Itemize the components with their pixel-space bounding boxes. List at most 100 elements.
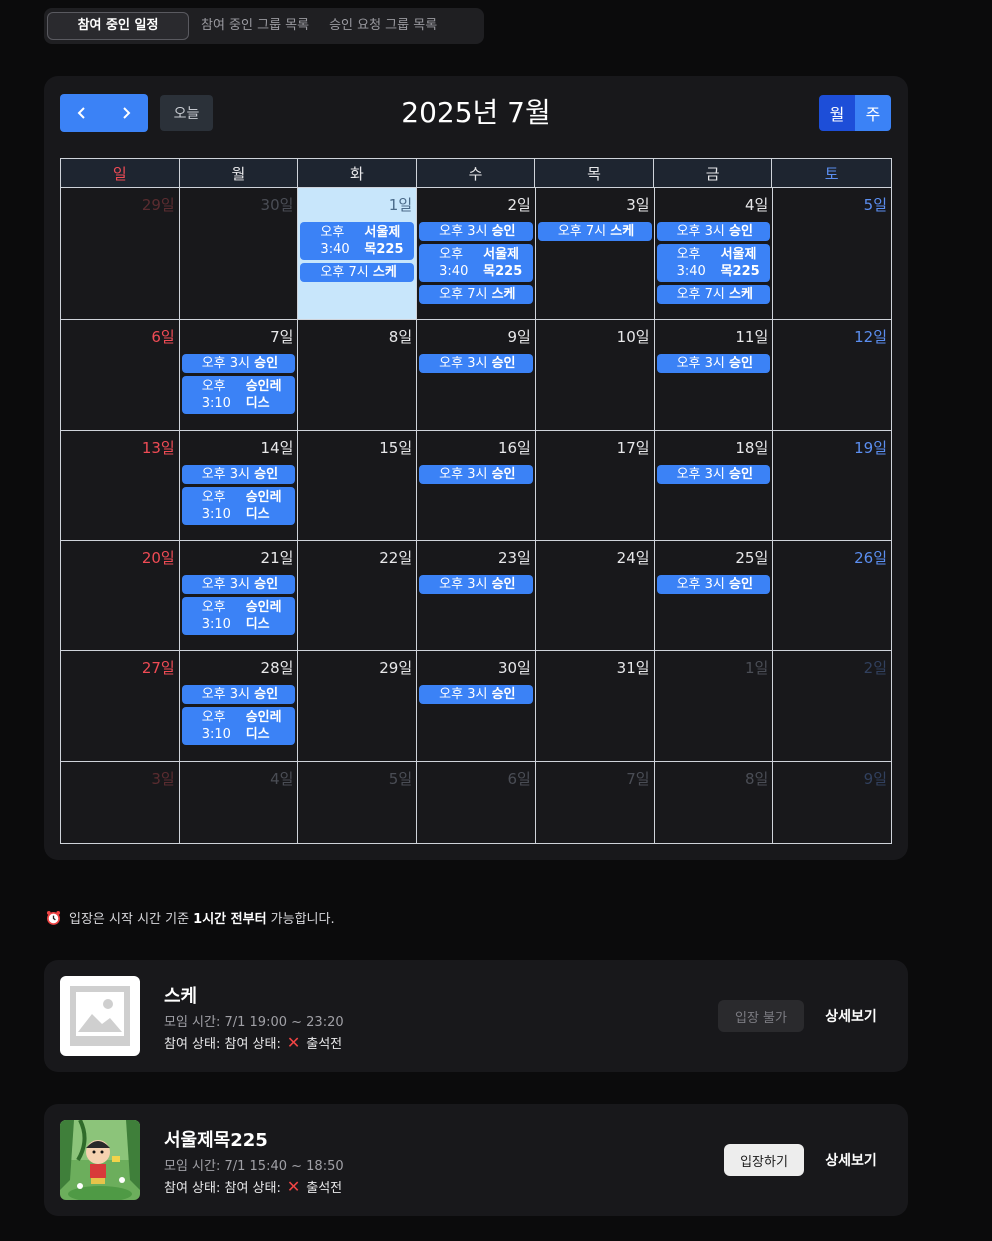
day-cell[interactable]: 20일	[61, 540, 180, 651]
event-time: 오후 3시	[676, 224, 725, 239]
weekday-fri: 금	[654, 159, 773, 188]
day-cell[interactable]: 29일	[61, 187, 180, 320]
day-cell[interactable]: 2일	[773, 650, 892, 762]
event-title: 승인	[729, 577, 753, 592]
day-cell[interactable]: 16일 오후 3시 승인	[417, 430, 536, 541]
day-number: 27일	[141, 659, 175, 677]
day-cell[interactable]: 7일 오후 3시 승인 오후 승인레 3:10 디스	[179, 319, 299, 431]
day-cell[interactable]: 13일	[61, 430, 180, 541]
enter-button[interactable]: 입장하기	[724, 1144, 804, 1176]
day-cell[interactable]: 5일	[773, 187, 892, 320]
calendar-event[interactable]: 오후 3시 승인	[419, 465, 533, 484]
day-cell[interactable]: 8일	[654, 761, 774, 844]
tab-participating-schedule[interactable]: 참여 중인 일정	[47, 12, 189, 40]
calendar-event[interactable]: 오후 서울제 3:40 목225	[419, 244, 533, 282]
calendar-weeks: 29일 30일 1일 오후 서울제 3:40 목225 오후 7시 스케 2일 오후 3시 승인 오…	[60, 187, 892, 844]
day-cell[interactable]: 6일	[61, 319, 180, 431]
enter-button[interactable]: 입장 불가	[718, 1000, 804, 1032]
calendar-event[interactable]: 오후 승인레 3:10 디스	[181, 597, 296, 635]
day-cell[interactable]: 15일	[298, 430, 418, 541]
calendar-event[interactable]: 오후 승인레 3:10 디스	[181, 487, 296, 525]
event-time: 오후 3시	[439, 356, 488, 371]
day-cell[interactable]: 23일 오후 3시 승인	[417, 540, 536, 651]
event-title-line1: 서울제	[364, 225, 401, 240]
event-time: 오후 3시	[201, 577, 250, 592]
calendar-event[interactable]: 오후 3시 승인	[181, 465, 296, 484]
week-view-button[interactable]: 주	[855, 95, 891, 131]
event-title: 승인	[491, 356, 516, 371]
calendar-event[interactable]: 오후 승인레 3:10 디스	[181, 376, 296, 414]
event-title-line2: 목225	[364, 242, 404, 257]
calendar-event[interactable]: 오후 3시 승인	[419, 685, 533, 704]
calendar-event[interactable]: 오후 3시 승인	[181, 354, 296, 373]
day-number: 30일	[260, 196, 294, 214]
month-view-button[interactable]: 월	[819, 95, 855, 131]
day-cell[interactable]: 4일	[179, 761, 299, 844]
day-cell[interactable]: 17일	[535, 430, 655, 541]
day-cell[interactable]: 7일	[535, 761, 655, 844]
day-number: 31일	[616, 659, 650, 677]
day-events: 오후 서울제 3:40 목225 오후 7시 스케	[300, 222, 415, 285]
event-time: 오후 3시	[201, 467, 250, 482]
day-cell[interactable]: 31일	[535, 650, 655, 762]
calendar-event[interactable]: 오후 7시 스케	[419, 285, 533, 304]
day-number: 21일	[260, 549, 294, 567]
day-cell[interactable]: 9일 오후 3시 승인	[417, 319, 536, 431]
calendar-event[interactable]: 오후 3시 승인	[656, 222, 771, 241]
tab-approval-request-groups[interactable]: 승인 요청 그룹 목록	[319, 12, 447, 40]
calendar-event[interactable]: 오후 3시 승인	[656, 575, 771, 594]
day-cell[interactable]: 26일	[773, 540, 892, 651]
day-cell[interactable]: 2일 오후 3시 승인 오후 서울제 3:40 목225 오후 7시 스케	[417, 187, 536, 320]
day-events: 오후 3시 승인오후 승인레 3:10 디스	[181, 354, 296, 417]
calendar-event[interactable]: 오후 3시 승인	[419, 354, 533, 373]
day-cell[interactable]: 11일 오후 3시 승인	[654, 319, 774, 431]
day-cell[interactable]: 24일	[535, 540, 655, 651]
day-cell[interactable]: 18일 오후 3시 승인	[654, 430, 774, 541]
day-cell[interactable]: 19일	[773, 430, 892, 541]
calendar-event[interactable]: 오후 7시 스케	[656, 285, 771, 304]
calendar-event[interactable]: 오후 3시 승인	[656, 465, 771, 484]
detail-button[interactable]: 상세보기	[814, 1000, 888, 1032]
day-cell[interactable]: 4일 오후 3시 승인 오후 서울제 3:40 목225 오후 7시 스케	[654, 187, 774, 320]
entry-notice: 입장은 시작 시간 기준 1시간 전부터 가능합니다.	[46, 908, 335, 927]
day-number: 3일	[151, 770, 175, 788]
day-cell[interactable]: 3일 오후 7시 스케	[535, 187, 655, 320]
day-cell[interactable]: 30일	[179, 187, 299, 320]
day-cell[interactable]: 9일	[773, 761, 892, 844]
cartoon-character-image	[60, 1120, 140, 1200]
tab-participating-groups[interactable]: 참여 중인 그룹 목록	[191, 12, 319, 40]
day-number: 12일	[854, 328, 887, 346]
day-cell[interactable]: 30일 오후 3시 승인	[417, 650, 536, 762]
calendar-event[interactable]: 오후 서울제 3:40 목225	[656, 244, 771, 282]
calendar-event[interactable]: 오후 7시 스케	[300, 263, 415, 282]
calendar-event[interactable]: 오후 3시 승인	[181, 575, 296, 594]
day-cell[interactable]: 21일오후 3시 승인오후 승인레 3:10 디스	[179, 540, 299, 651]
day-cell[interactable]: 28일 오후 3시 승인 오후 승인레 3:10 디스	[179, 650, 299, 762]
day-cell[interactable]: 6일	[417, 761, 536, 844]
calendar-event[interactable]: 오후 승인레 3:10 디스	[181, 707, 296, 745]
event-title: 승인	[491, 577, 516, 592]
day-cell[interactable]: 8일	[298, 319, 418, 431]
day-cell[interactable]: 25일 오후 3시 승인	[654, 540, 774, 651]
calendar-event[interactable]: 오후 7시 스케	[537, 222, 652, 241]
calendar-event[interactable]: 오후 서울제 3:40 목225	[300, 222, 415, 260]
day-cell[interactable]: 5일	[298, 761, 418, 844]
calendar-event[interactable]: 오후 3시 승인	[419, 575, 533, 594]
event-time-line1: 오후	[439, 247, 464, 262]
calendar-event[interactable]: 오후 3시 승인	[656, 354, 771, 373]
day-cell[interactable]: 14일 오후 3시 승인 오후 승인레 3:10 디스	[179, 430, 299, 541]
detail-button[interactable]: 상세보기	[814, 1144, 888, 1176]
day-cell[interactable]: 12일	[773, 319, 892, 431]
event-time-line2: 3:40	[676, 264, 706, 279]
day-cell[interactable]: 1일 오후 서울제 3:40 목225 오후 7시 스케	[298, 187, 418, 320]
day-cell[interactable]: 10일	[535, 319, 655, 431]
calendar-event[interactable]: 오후 3시 승인	[419, 222, 533, 241]
day-cell[interactable]: 3일	[61, 761, 180, 844]
day-cell[interactable]: 27일	[61, 650, 180, 762]
event-title: 승인	[254, 356, 279, 371]
calendar-event[interactable]: 오후 3시 승인	[181, 685, 296, 704]
day-cell[interactable]: 22일	[298, 540, 418, 651]
day-cell[interactable]: 1일	[654, 650, 774, 762]
day-cell[interactable]: 29일	[298, 650, 418, 762]
calendar-week: 13일 14일 오후 3시 승인 오후 승인레 3:10 디스 15일 16일 오후 3시 승인 1…	[60, 430, 892, 541]
